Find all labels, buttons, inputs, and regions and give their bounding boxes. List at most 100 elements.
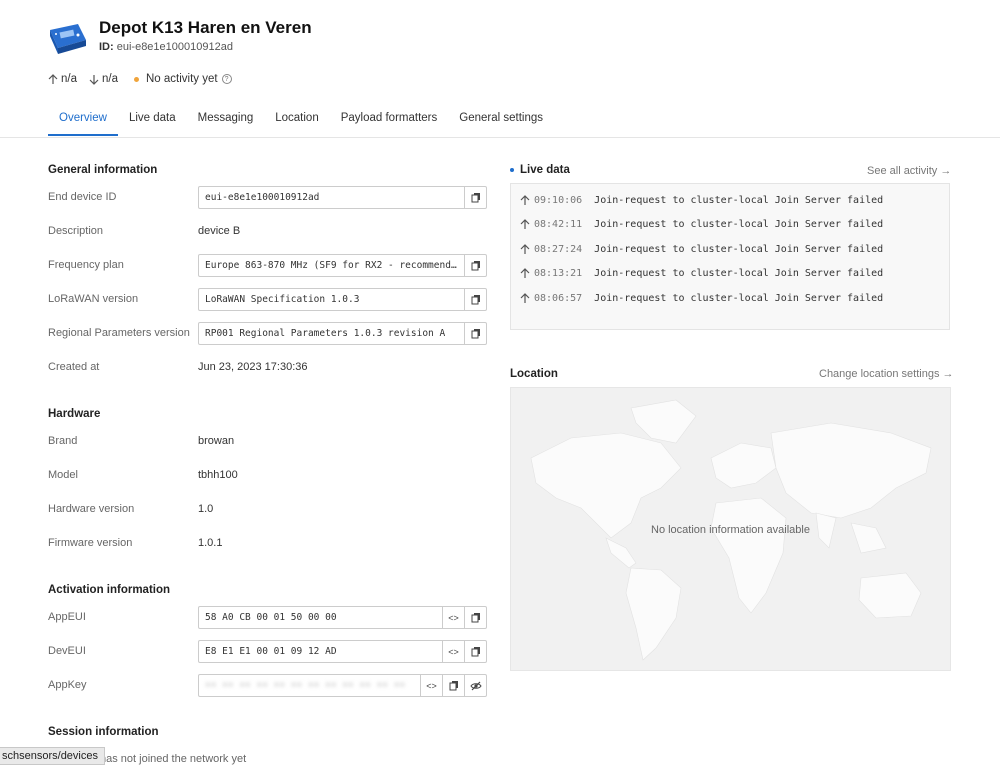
lorawan-version-value: LoRaWAN Specification 1.0.3	[205, 294, 360, 305]
created-at-value: Jun 23, 2023 17:30:36	[198, 361, 308, 373]
copy-button[interactable]	[464, 607, 486, 628]
code-icon: <>	[448, 612, 459, 623]
copy-icon	[471, 295, 480, 305]
dev-eui-value: E8 E1 E1 00 01 09 12 AD	[205, 646, 337, 657]
end-device-id-field[interactable]: eui-e8e1e100010912ad	[198, 186, 487, 209]
created-at-label: Created at	[48, 361, 100, 373]
brand-value: browan	[198, 435, 235, 447]
app-key-value: •• •• •• •• •• •• •• •• •• •• •• ••	[205, 680, 406, 691]
event-row[interactable]: 09:10:06 Join-request to cluster-local J…	[511, 188, 949, 213]
dev-eui-field[interactable]: E8 E1 E1 00 01 09 12 AD <>	[198, 640, 487, 663]
tab-location[interactable]: Location	[264, 104, 329, 136]
app-eui-label: AppEUI	[48, 611, 86, 623]
hardware-title: Hardware	[48, 408, 101, 420]
event-time: 08:06:57	[534, 292, 583, 304]
copy-button[interactable]	[442, 675, 464, 696]
tab-general-settings[interactable]: General settings	[448, 104, 554, 136]
activity-status-dot	[134, 76, 139, 82]
live-data-title-text: Live data	[520, 164, 570, 176]
device-stats: n/a n/a No activity yet ?	[48, 73, 232, 85]
regional-params-value: RP001 Regional Parameters 1.0.3 revision…	[205, 328, 446, 339]
firmware-version-value: 1.0.1	[198, 537, 223, 549]
lorawan-version-field[interactable]: LoRaWAN Specification 1.0.3	[198, 288, 487, 311]
session-status: has not joined the network yet	[100, 753, 247, 765]
uplink-arrow-icon	[520, 194, 530, 205]
description-value: device B	[198, 225, 241, 237]
brand-label: Brand	[48, 435, 78, 447]
location-map[interactable]: No location information available	[510, 387, 951, 671]
app-key-label: AppKey	[48, 679, 87, 691]
device-title: Depot K13 Haren en Veren	[99, 18, 312, 37]
event-time: 08:13:21	[534, 268, 583, 280]
end-device-id-label: End device ID	[48, 191, 117, 203]
general-info-title: General information	[48, 164, 158, 176]
event-row[interactable]: 08:06:57 Join-request to cluster-local J…	[511, 286, 949, 311]
tab-payload-formatters[interactable]: Payload formatters	[330, 104, 449, 136]
tab-messaging[interactable]: Messaging	[187, 104, 265, 136]
toggle-visibility-button[interactable]	[464, 675, 486, 696]
copy-button[interactable]	[464, 289, 486, 310]
downlink-value: n/a	[102, 73, 118, 85]
tab-divider	[0, 137, 1000, 138]
no-location-message: No location information available	[651, 524, 810, 536]
event-message: Join-request to cluster-local Join Serve…	[594, 219, 884, 231]
uplink-stat: n/a	[48, 73, 77, 85]
copy-button[interactable]	[464, 187, 486, 208]
copy-icon	[471, 329, 480, 339]
app-eui-value: 58 A0 CB 00 01 50 00 00	[205, 612, 337, 623]
see-all-activity-link[interactable]: See all activity →	[867, 165, 951, 177]
event-row[interactable]: 08:27:24 Join-request to cluster-local J…	[511, 237, 949, 262]
live-data-title: Live data	[510, 164, 570, 176]
session-info-title: Session information	[48, 726, 159, 738]
event-message: Join-request to cluster-local Join Serve…	[594, 292, 884, 304]
copy-icon	[449, 681, 458, 691]
app-key-field[interactable]: •• •• •• •• •• •• •• •• •• •• •• •• <>	[198, 674, 487, 697]
copy-icon	[471, 261, 480, 271]
activity-status: No activity yet	[146, 73, 218, 85]
copy-button[interactable]	[464, 255, 486, 276]
frequency-plan-field[interactable]: Europe 863-870 MHz (SF9 for RX2 - recomm…	[198, 254, 487, 277]
location-title: Location	[510, 368, 558, 380]
description-label: Description	[48, 225, 104, 237]
device-id-label: ID:	[99, 41, 114, 53]
event-row[interactable]: 08:13:21 Join-request to cluster-local J…	[511, 262, 949, 287]
lorawan-version-label: LoRaWAN version	[48, 293, 139, 305]
help-icon[interactable]: ?	[221, 74, 232, 84]
arrow-up-icon	[48, 73, 58, 84]
copy-button[interactable]	[464, 641, 486, 662]
tab-live-data[interactable]: Live data	[118, 104, 187, 136]
copy-icon	[471, 613, 480, 623]
downlink-stat: n/a	[89, 73, 118, 85]
toggle-byte-order-button[interactable]: <>	[442, 641, 464, 662]
status-url-tooltip: schsensors/devices	[0, 747, 105, 765]
regional-params-label: Regional Parameters version	[48, 327, 190, 339]
code-icon: <>	[426, 680, 437, 691]
tab-overview[interactable]: Overview	[48, 104, 118, 136]
regional-params-field[interactable]: RP001 Regional Parameters 1.0.3 revision…	[198, 322, 487, 345]
app-eui-field[interactable]: 58 A0 CB 00 01 50 00 00 <>	[198, 606, 487, 629]
end-device-id-value: eui-e8e1e100010912ad	[205, 192, 320, 203]
eye-off-icon	[469, 681, 482, 690]
code-icon: <>	[448, 646, 459, 657]
uplink-arrow-icon	[520, 268, 530, 279]
model-label: Model	[48, 469, 78, 481]
model-value: tbhh100	[198, 469, 238, 481]
uplink-arrow-icon	[520, 292, 530, 303]
device-id-value: eui-e8e1e100010912ad	[116, 41, 233, 53]
toggle-byte-order-button[interactable]: <>	[420, 675, 442, 696]
copy-button[interactable]	[464, 323, 486, 344]
toggle-byte-order-button[interactable]: <>	[442, 607, 464, 628]
event-time: 09:10:06	[534, 194, 583, 206]
uplink-arrow-icon	[520, 219, 530, 230]
uplink-arrow-icon	[520, 243, 530, 254]
copy-icon	[471, 647, 480, 657]
event-time: 08:42:11	[534, 219, 583, 231]
arrow-down-icon	[89, 74, 99, 85]
live-data-feed: 09:10:06 Join-request to cluster-local J…	[510, 183, 950, 330]
frequency-plan-value: Europe 863-870 MHz (SF9 for RX2 - recomm…	[205, 260, 464, 271]
event-row[interactable]: 08:42:11 Join-request to cluster-local J…	[511, 213, 949, 238]
live-indicator-dot	[510, 168, 514, 172]
change-location-settings-link[interactable]: Change location settings →	[819, 368, 954, 380]
event-message: Join-request to cluster-local Join Serve…	[594, 243, 884, 255]
uplink-value: n/a	[61, 73, 77, 85]
